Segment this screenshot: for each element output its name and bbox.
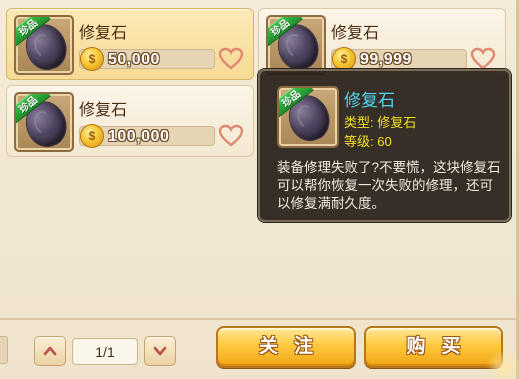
- item-thumbnail: 珍品: [14, 15, 74, 75]
- item-price: 100,000: [108, 128, 170, 145]
- item-name: 修复石: [331, 25, 380, 42]
- price-bar: $ 100,000: [79, 124, 215, 148]
- chevron-down-icon: [153, 346, 167, 356]
- item-card[interactable]: 珍品 修复石 $ 50,000: [6, 8, 254, 80]
- item-tooltip: 珍品 修复石 类型: 修复石 等级: 60 装备修理失败了?不要慌，这块修复石可…: [258, 69, 511, 222]
- tooltip-thumbnail: 珍品: [277, 86, 339, 148]
- left-scroll-edge: [0, 336, 8, 364]
- item-price: 99,999: [360, 51, 412, 68]
- page-down-button[interactable]: [144, 336, 176, 366]
- page-up-button[interactable]: [34, 336, 66, 366]
- item-name: 修复石: [79, 102, 128, 119]
- coin-icon: $: [80, 47, 104, 71]
- page-indicator: 1/1: [72, 338, 138, 365]
- divider: [0, 318, 516, 320]
- buy-button[interactable]: 购买: [364, 326, 503, 368]
- heart-outline-icon[interactable]: [217, 47, 245, 73]
- price-bar: $ 99,999: [331, 47, 467, 71]
- chevron-up-icon: [43, 346, 57, 356]
- item-card[interactable]: 珍品 修复石 $ 100,000: [6, 85, 254, 157]
- coin-icon: $: [80, 124, 104, 148]
- tooltip-item-name: 修复石: [344, 91, 395, 110]
- item-thumbnail: 珍品: [266, 15, 326, 75]
- coin-icon: $: [332, 47, 356, 71]
- item-thumbnail: 珍品: [14, 92, 74, 152]
- item-name: 修复石: [79, 25, 128, 42]
- tooltip-level: 等级: 60: [344, 134, 392, 149]
- heart-outline-icon[interactable]: [217, 124, 245, 150]
- item-price: 50,000: [108, 51, 160, 68]
- follow-button[interactable]: 关注: [216, 326, 356, 368]
- shop-panel: 珍品 修复石 $ 50,000 珍品 修复石 $ 99,999 珍品 修复石 $…: [0, 0, 519, 379]
- tooltip-description: 装备修理失败了?不要慌，这块修复石可以帮你恢复一次失败的修理，还可以修复满耐久度…: [277, 160, 501, 211]
- tooltip-type: 类型: 修复石: [344, 115, 417, 130]
- price-bar: $ 50,000: [79, 47, 215, 71]
